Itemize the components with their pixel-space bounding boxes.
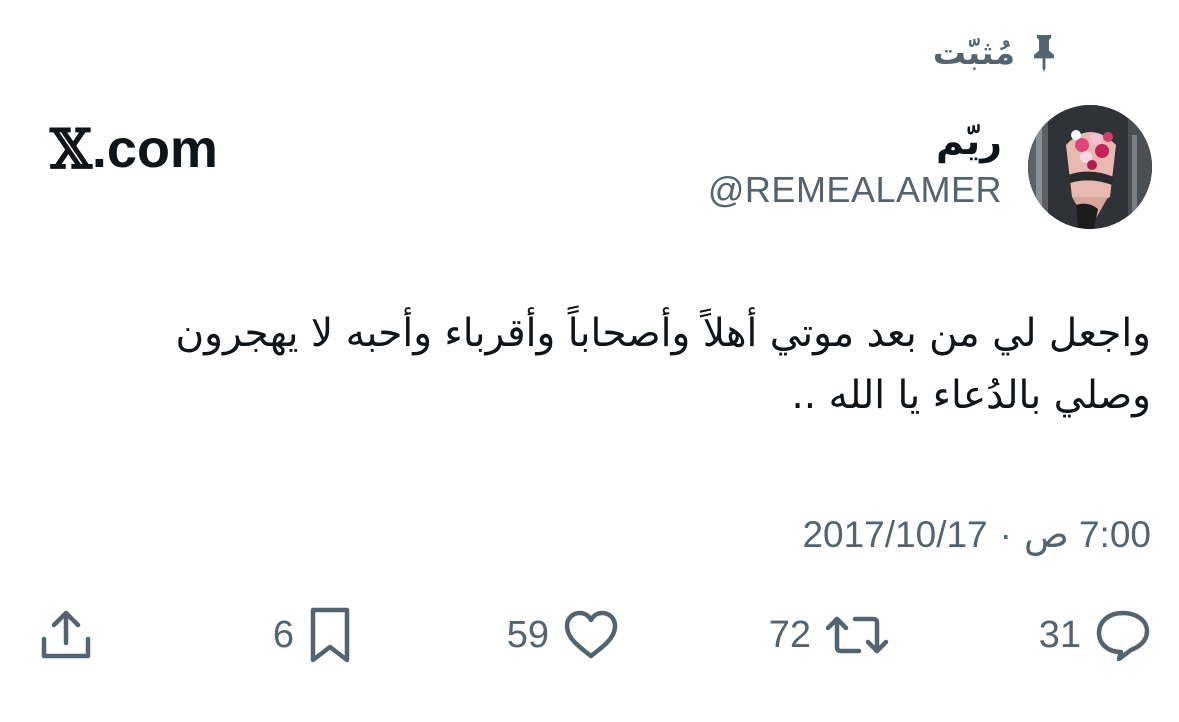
pin-icon <box>1034 35 1054 72</box>
repost-icon <box>825 616 889 654</box>
like-button[interactable]: 59 <box>507 600 619 670</box>
tweet-timestamp[interactable]: 2017/10/17 · 7:00 ص <box>802 513 1151 556</box>
pinned-indicator: مُثبّت <box>933 32 1061 72</box>
timestamp-date: 2017/10/17 <box>802 514 988 555</box>
share-button[interactable] <box>40 600 92 670</box>
avatar[interactable] <box>1028 105 1152 229</box>
timestamp-separator: · <box>999 514 1012 555</box>
bookmark-count: 6 <box>272 614 294 656</box>
tweet-text-line: واجعل لي من بعد موتي أهلاً وأصحاباً وأقر… <box>175 311 1151 356</box>
author-handle[interactable]: @REMEALAMER <box>708 172 1002 208</box>
tweet-text: واجعل لي من بعد موتي أهلاً وأصحاباً وأقر… <box>41 303 1151 427</box>
repost-count: 72 <box>768 614 811 656</box>
like-count: 59 <box>506 614 549 656</box>
bookmark-icon <box>310 607 350 663</box>
x-logo-icon: 𝕏 <box>50 117 92 181</box>
brand-suffix: .com <box>91 119 218 179</box>
reply-icon <box>1096 610 1150 661</box>
pinned-label: مُثبّت <box>932 32 1015 72</box>
bookmark-button[interactable]: 6 <box>273 600 352 670</box>
share-icon <box>41 610 91 659</box>
avatar-flower-bouquet <box>1028 105 1152 229</box>
tweet-text-line: وصلي بالدُعاء يا الله .. <box>791 373 1151 418</box>
author-display-name[interactable]: ريّم <box>936 122 1002 160</box>
heart-icon <box>564 610 618 659</box>
repost-button[interactable]: 72 <box>769 600 889 670</box>
timestamp-time: 7:00 ص <box>1023 514 1151 555</box>
action-bar: 31 72 59 6 <box>0 600 1179 670</box>
reply-button[interactable]: 31 <box>1039 600 1151 670</box>
brand-logo: 𝕏 .com <box>50 122 218 176</box>
reply-count: 31 <box>1038 614 1081 656</box>
